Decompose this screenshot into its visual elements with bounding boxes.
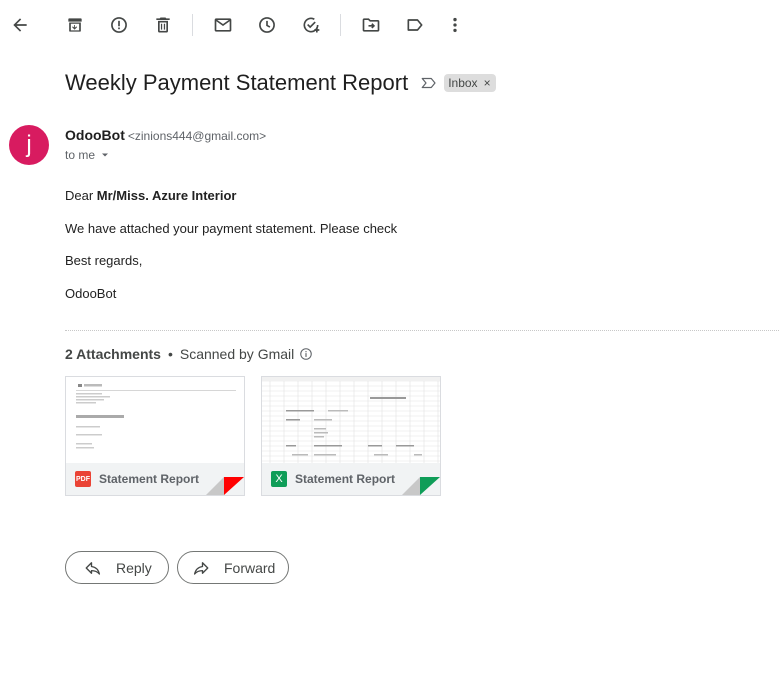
attachment-name: Statement Report xyxy=(99,472,200,486)
attachments-count: 2 Attachments xyxy=(65,346,161,362)
forward-icon xyxy=(193,561,209,575)
back-arrow-icon xyxy=(13,18,27,32)
toolbar-divider xyxy=(192,14,193,36)
back-button[interactable] xyxy=(0,5,40,45)
sender-line: OdooBot <zinions444@gmail.com> xyxy=(65,127,266,145)
greeting-line: Dear Mr/Miss. Azure Interior xyxy=(65,188,236,203)
add-task-button[interactable] xyxy=(291,5,331,45)
greeting-prefix: Dear xyxy=(65,188,97,203)
snooze-button[interactable] xyxy=(247,5,287,45)
spreadsheet-preview-thumbnail xyxy=(262,377,440,463)
pdf-preview-thumbnail xyxy=(66,377,244,463)
label-button[interactable] xyxy=(395,5,435,45)
report-spam-button[interactable] xyxy=(99,5,139,45)
add-task-icon xyxy=(303,17,320,33)
recipient-details-toggle[interactable]: to me xyxy=(65,148,111,162)
more-vert-icon xyxy=(453,17,457,33)
attachment-card-pdf[interactable]: PDF Statement Report xyxy=(65,376,245,496)
move-to-icon xyxy=(362,18,380,32)
body-signature: OdooBot xyxy=(65,286,117,301)
scanned-label: Scanned by Gmail xyxy=(179,346,295,362)
info-icon[interactable] xyxy=(299,347,313,361)
mark-unread-button[interactable] xyxy=(203,5,243,45)
forward-label: Forward xyxy=(224,559,276,576)
delete-icon xyxy=(156,17,170,33)
remove-label-button[interactable]: × xyxy=(484,76,491,90)
toolbar-divider xyxy=(340,14,341,36)
pdf-file-icon: PDF xyxy=(75,471,91,487)
snooze-icon xyxy=(259,17,275,33)
delete-button[interactable] xyxy=(143,5,183,45)
spreadsheet-corner-fold-icon xyxy=(402,477,440,495)
inbox-label-text: Inbox xyxy=(448,76,478,90)
report-spam-icon xyxy=(111,17,127,33)
body-line-1: We have attached your payment statement.… xyxy=(65,221,398,236)
recipient-label: to me xyxy=(65,148,96,162)
message-toolbar xyxy=(0,0,779,50)
chevron-down-icon xyxy=(102,153,109,157)
reply-button[interactable]: Reply xyxy=(65,551,169,584)
reply-label: Reply xyxy=(116,559,152,576)
sender-avatar[interactable]: j xyxy=(9,125,49,165)
spreadsheet-file-icon: X xyxy=(271,471,287,487)
move-to-button[interactable] xyxy=(351,5,391,45)
inbox-label-chip[interactable]: Inbox × xyxy=(444,74,496,92)
body-line-2: Best regards, xyxy=(65,253,143,268)
attachments-header: 2 Attachments • Scanned by Gmail xyxy=(65,346,313,362)
attachments-separator: • xyxy=(167,346,173,362)
pdf-corner-fold-icon xyxy=(206,477,244,495)
email-subject: Weekly Payment Statement Report xyxy=(65,70,409,95)
attachment-card-spreadsheet[interactable]: X Statement Report xyxy=(261,376,441,496)
mark-unread-icon xyxy=(214,18,232,32)
subject-row: Weekly Payment Statement Report Inbox × xyxy=(65,68,496,98)
importance-marker-icon[interactable] xyxy=(420,74,438,92)
greeting-name: Mr/Miss. Azure Interior xyxy=(96,188,237,203)
forward-button[interactable]: Forward xyxy=(177,551,289,584)
more-options-button[interactable] xyxy=(435,5,475,45)
label-icon xyxy=(407,19,423,31)
sender-email: <zinions444@gmail.com> xyxy=(127,129,267,143)
reply-icon xyxy=(85,561,101,575)
attachment-name: Statement Report xyxy=(295,472,396,486)
archive-button[interactable] xyxy=(55,5,95,45)
sender-name[interactable]: OdooBot xyxy=(65,127,125,143)
archive-icon xyxy=(68,18,82,32)
attachments-divider xyxy=(65,330,779,331)
